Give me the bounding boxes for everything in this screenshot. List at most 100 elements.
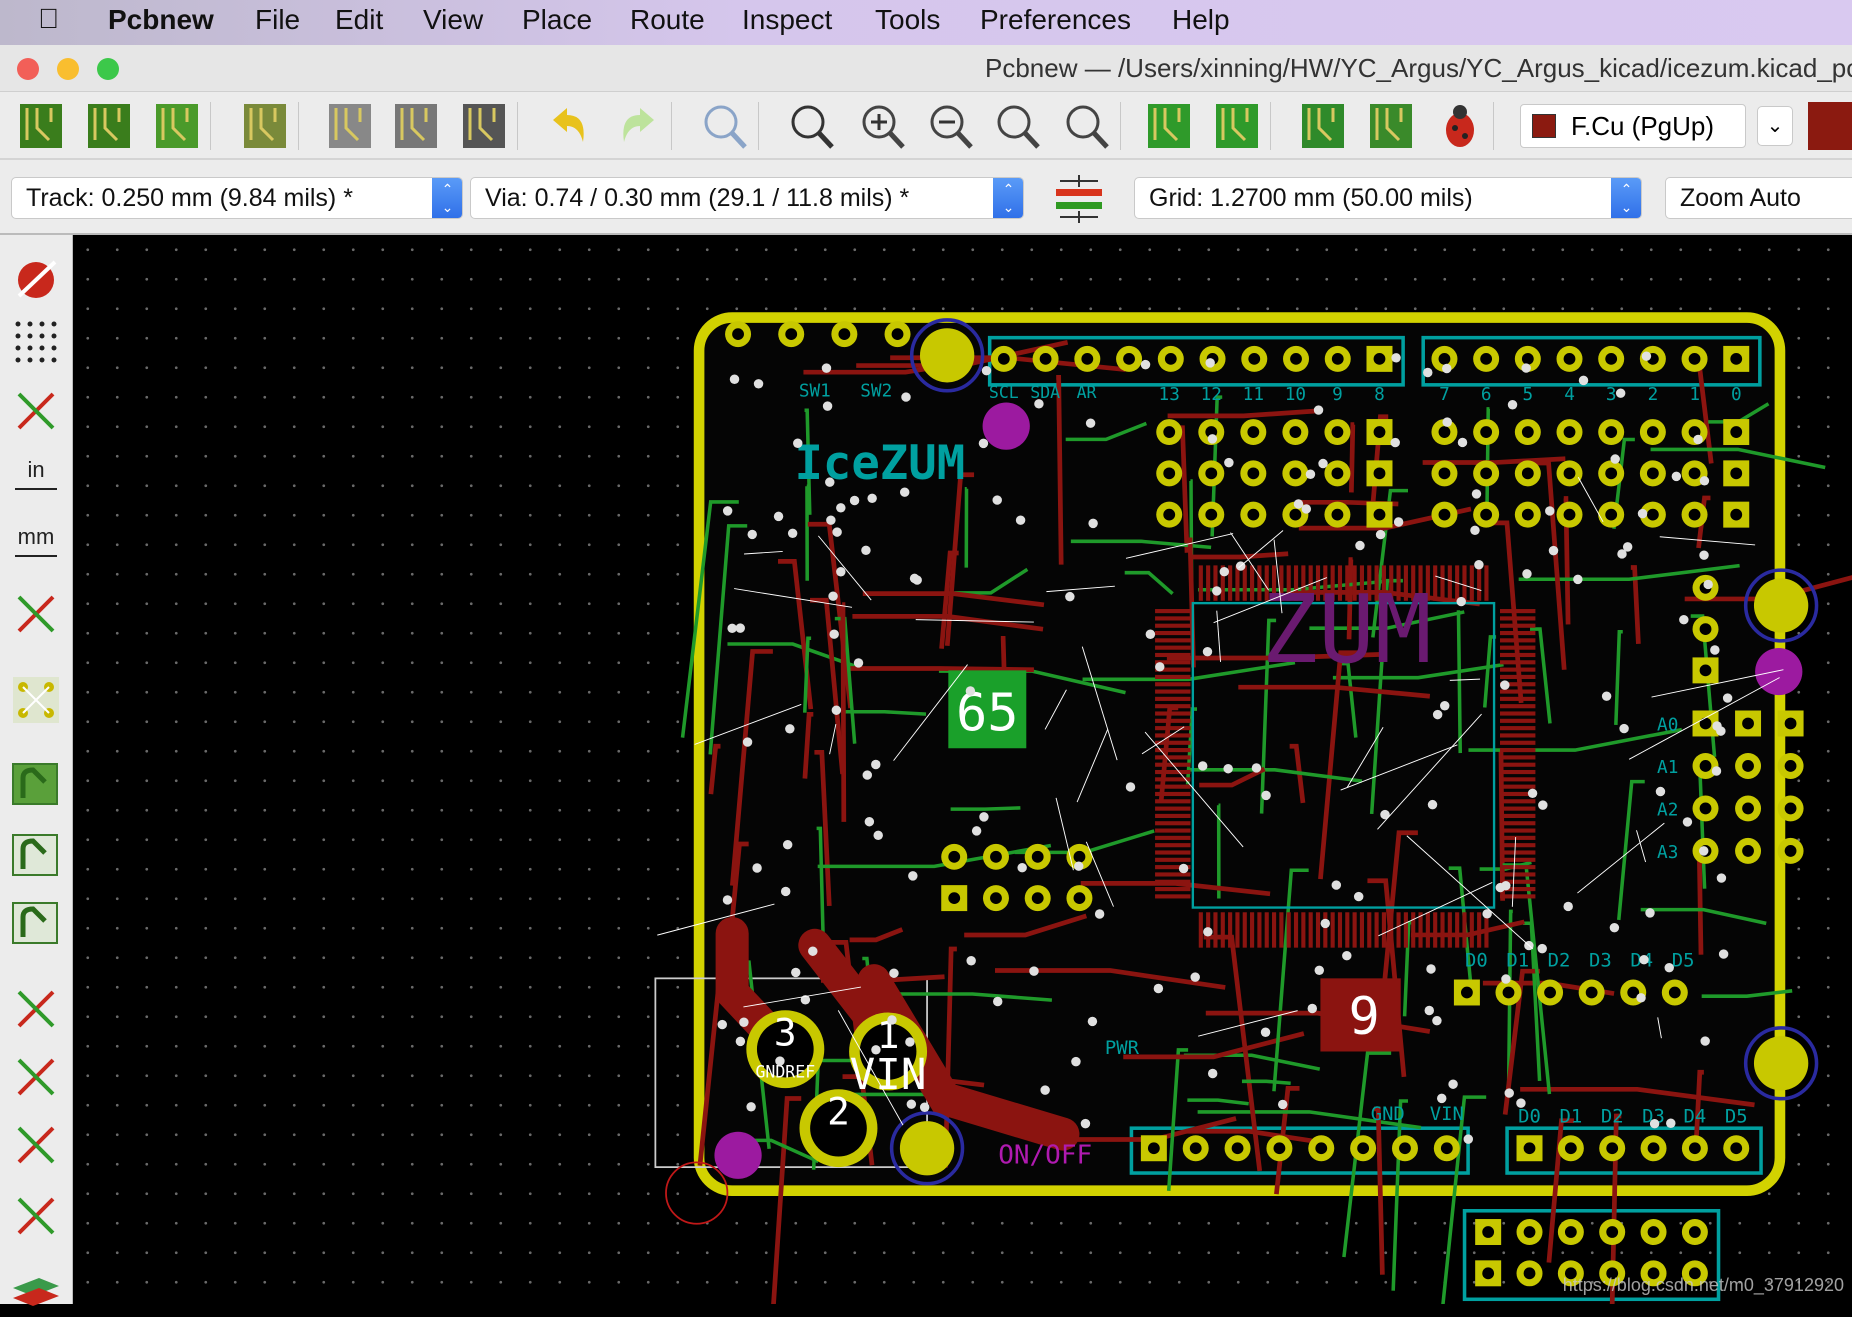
menu-place[interactable]: Place	[522, 4, 592, 36]
ic-pad	[1155, 785, 1190, 789]
ic-pad	[1155, 690, 1190, 694]
menu-tools[interactable]: Tools	[875, 4, 940, 36]
pcb-new-icon[interactable]	[15, 100, 67, 152]
ic-pad	[1433, 912, 1437, 947]
ic-pad	[1500, 733, 1535, 737]
pad-hole	[1332, 353, 1344, 365]
zone-outline-icon[interactable]	[9, 829, 63, 883]
via-small	[1545, 506, 1554, 515]
silk-pin-label: 0	[1731, 385, 1742, 405]
netlist-icon[interactable]	[1297, 100, 1349, 152]
zoom-button[interactable]	[97, 58, 119, 80]
pad-hole	[1205, 509, 1217, 521]
pad-hole	[998, 353, 1010, 365]
menu-help[interactable]: Help	[1172, 4, 1230, 36]
zone-sketch-icon[interactable]	[9, 897, 63, 951]
spinner-icon[interactable]: ⌃⌄	[432, 177, 463, 219]
save-icon[interactable]	[151, 100, 203, 152]
minimize-button[interactable]	[57, 58, 79, 80]
menu-app-name[interactable]: Pcbnew	[108, 4, 214, 36]
silk-pin-label: D1	[1559, 1105, 1582, 1127]
silk-pin-label: D0	[1518, 1105, 1541, 1127]
via-size-select[interactable]: Via: 0.74 / 0.30 mm (29.1 / 11.8 mils) *…	[470, 177, 1024, 219]
cursor-shape-icon[interactable]	[9, 587, 63, 641]
close-button[interactable]	[17, 58, 39, 80]
drc-off-icon[interactable]	[9, 250, 63, 304]
silk-pin-label: D1	[1506, 950, 1529, 972]
zoom-out-icon[interactable]	[925, 100, 977, 152]
via-small	[1318, 459, 1327, 468]
spinner-icon[interactable]: ⌃⌄	[993, 177, 1024, 219]
layer-select[interactable]: F.Cu (PgUp)	[1520, 104, 1746, 148]
ic-pad	[1448, 912, 1452, 947]
ic-pad	[1155, 872, 1190, 876]
footprint-editor-icon[interactable]	[1143, 100, 1195, 152]
window-title: Pcbnew — /Users/xinning/HW/YC_Argus/YC_A…	[985, 53, 1852, 84]
silk-pin-label: D5	[1725, 1105, 1748, 1127]
zoom-select[interactable]: Zoom Auto	[1665, 177, 1852, 219]
auto-track-width-icon[interactable]	[1052, 173, 1106, 225]
menu-file[interactable]: File	[255, 4, 300, 36]
pad-hole	[1730, 509, 1742, 521]
track-width-select[interactable]: Track: 0.250 mm (9.84 mils) * ⌃⌄	[11, 177, 463, 219]
ic-pad	[1235, 565, 1239, 600]
pcb-board-view[interactable]: IceZUMZUM312VINGNDREF659SW1SW2SCLSDAAR13…	[73, 235, 1852, 1304]
plot-icon[interactable]	[458, 100, 510, 152]
zoom-in-icon[interactable]	[857, 100, 909, 152]
high-contrast-icon[interactable]	[9, 1118, 63, 1172]
page-settings-icon[interactable]	[324, 100, 376, 152]
silk-pin-label: D2	[1601, 1105, 1624, 1127]
board-setup-icon[interactable]	[239, 100, 291, 152]
menu-edit[interactable]: Edit	[335, 4, 383, 36]
ic-pad	[1418, 912, 1422, 947]
menu-view[interactable]: View	[423, 4, 483, 36]
zone-fill-icon[interactable]	[9, 758, 63, 812]
menu-preferences[interactable]: Preferences	[980, 4, 1131, 36]
units-mm-icon[interactable]: mm	[9, 518, 63, 572]
find-icon[interactable]	[699, 100, 751, 152]
apple-icon[interactable]: 	[38, 3, 59, 35]
print-icon[interactable]	[390, 100, 442, 152]
spinner-icon[interactable]: ⌃⌄	[1611, 177, 1642, 219]
silk-pin-label: A3	[1657, 843, 1678, 863]
via-small	[1679, 615, 1688, 624]
silk-pin-label: 5	[1523, 385, 1534, 405]
pad-hole	[1742, 803, 1754, 815]
pcb-open-icon[interactable]	[83, 100, 135, 152]
ic-pad	[1155, 843, 1190, 847]
ic-pad	[1500, 660, 1535, 664]
grid-toggle-icon[interactable]	[9, 315, 63, 369]
ic-pad	[1484, 565, 1488, 600]
undo-icon[interactable]	[543, 100, 595, 152]
microwave-icon[interactable]	[9, 1189, 63, 1243]
ic-pad	[1279, 912, 1283, 947]
via-small	[1699, 550, 1708, 559]
ic-pad	[1243, 565, 1247, 600]
pcb-canvas[interactable]: IceZUMZUM312VINGNDREF659SW1SW2SCLSDAAR13…	[73, 235, 1852, 1304]
layer-pair-icon[interactable]	[1808, 102, 1852, 150]
terminal-label-term3: 3	[774, 1011, 797, 1055]
menu-route[interactable]: Route	[630, 4, 705, 36]
polar-coords-icon[interactable]	[9, 384, 63, 438]
silk-pin-label: 12	[1201, 385, 1222, 405]
silk-pin-label: 8	[1374, 385, 1385, 405]
via-small	[1602, 691, 1611, 700]
ratsnest-icon[interactable]	[9, 673, 63, 727]
drc-bug-icon[interactable]	[1434, 100, 1486, 152]
update-pcb-icon[interactable]	[1365, 100, 1417, 152]
ic-pad	[1345, 912, 1349, 947]
redo-icon[interactable]	[612, 100, 664, 152]
track-sketch-icon[interactable]	[9, 1050, 63, 1104]
via-sketch-icon[interactable]	[9, 982, 63, 1036]
redraw-icon[interactable]	[786, 100, 838, 152]
pad-hole	[1332, 467, 1344, 479]
grid-select[interactable]: Grid: 1.2700 mm (50.00 mils) ⌃⌄	[1134, 177, 1642, 219]
footprint-browser-icon[interactable]	[1211, 100, 1263, 152]
menu-inspect[interactable]: Inspect	[742, 4, 832, 36]
zoom-fit-icon[interactable]	[992, 100, 1044, 152]
layer-dropdown-button[interactable]: ⌄	[1757, 106, 1793, 146]
pad-hole	[948, 851, 960, 863]
zoom-selection-icon[interactable]	[1061, 100, 1113, 152]
ic-pad	[1155, 741, 1190, 745]
units-inch-icon[interactable]: in	[9, 451, 63, 505]
